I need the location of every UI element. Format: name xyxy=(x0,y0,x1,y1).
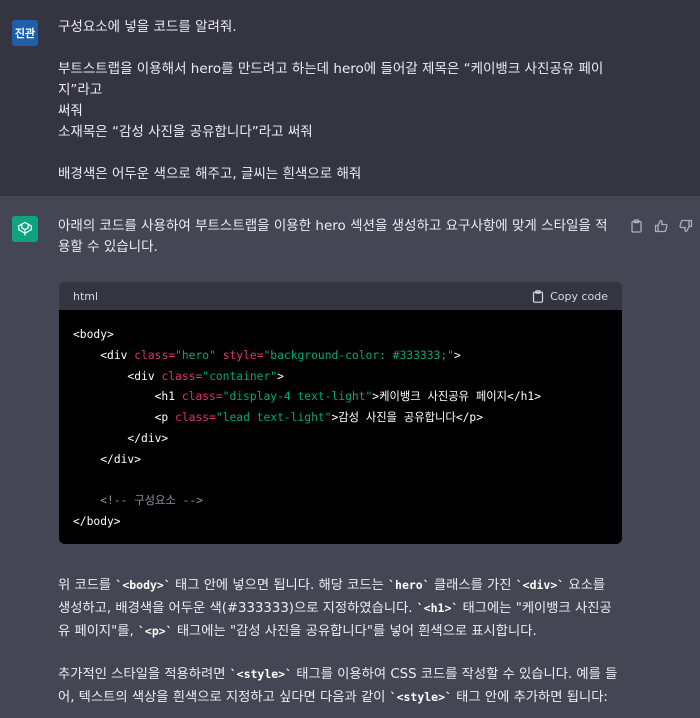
code-header: html Copy code xyxy=(59,282,622,310)
code-line: <p class="lead text-light">감성 사진을 공유합니다<… xyxy=(154,411,484,425)
inline-code: `<p>` xyxy=(137,624,173,638)
user-line: 써줘 xyxy=(58,103,83,119)
explanation-paragraph: 위 코드를 `<body>` 태그 안에 넣으면 됩니다. 해당 코드는 `he… xyxy=(58,578,612,639)
user-line: 소재목은 “감성 사진을 공유합니다”라고 써줘 xyxy=(58,124,313,140)
assistant-message: 아래의 코드를 사용하여 부트스트랩을 이용한 hero 섹션을 생성하고 요구… xyxy=(0,196,700,718)
message-actions xyxy=(628,218,694,234)
copy-code-label: Copy code xyxy=(550,289,608,303)
clipboard-icon[interactable] xyxy=(628,218,644,234)
style-paragraph: 추가적인 스타일을 적용하려면 `<style>` 태그를 이용하여 CSS 코… xyxy=(58,667,618,705)
inline-code: `hero` xyxy=(388,578,430,592)
inline-code: `<style>` xyxy=(389,690,452,704)
user-avatar-text: 진관 xyxy=(14,27,36,40)
assistant-intro: 아래의 코드를 사용하여 부트스트랩을 이용한 hero 섹션을 생성하고 요구… xyxy=(58,218,608,255)
thumbs-down-icon[interactable] xyxy=(678,218,694,234)
user-line: 구성요소에 넣을 코드를 알려줘. xyxy=(58,19,237,35)
inline-code: `<div>` xyxy=(515,578,565,592)
code-language: html xyxy=(73,289,99,303)
thumbs-up-icon[interactable] xyxy=(653,218,669,234)
code-line: <h1 class="display-4 text-light">케이뱅크 사진… xyxy=(154,390,542,404)
code-line: <!-- 구성요소 --> xyxy=(100,494,204,508)
code-line: <div class="container"> xyxy=(127,369,284,383)
user-line: 배경색은 어두운 색으로 해주고, 글씨는 흰색으로 해줘 xyxy=(58,166,362,182)
code-block: html Copy code <body> <div class="hero" … xyxy=(59,282,622,544)
code-line: </div> xyxy=(100,452,142,466)
openai-logo-icon xyxy=(12,216,38,242)
code-line: <div class="hero" style="background-colo… xyxy=(100,348,461,362)
inline-code: `<body>` xyxy=(115,578,171,592)
user-line: 부트스트랩을 이용해서 hero를 만드려고 하는데 hero에 들어갈 제목은… xyxy=(58,61,604,98)
user-avatar: 진관 xyxy=(12,20,38,46)
clipboard-icon xyxy=(532,289,544,303)
code-line: <body> xyxy=(73,328,114,341)
inline-code: `<style>` xyxy=(229,667,293,681)
code-line: </body> xyxy=(73,515,121,529)
code-content[interactable]: <body> <div class="hero" style="backgrou… xyxy=(59,310,622,533)
copy-code-button[interactable]: Copy code xyxy=(532,290,608,303)
inline-code: `<h1>` xyxy=(416,601,459,615)
user-message: 진관 구성요소에 넣을 코드를 알려줘. 부트스트랩을 이용해서 hero를 만… xyxy=(0,0,700,196)
user-message-text: 구성요소에 넣을 코드를 알려줘. 부트스트랩을 이용해서 hero를 만드려고… xyxy=(58,17,618,185)
code-line: </div> xyxy=(127,431,169,445)
